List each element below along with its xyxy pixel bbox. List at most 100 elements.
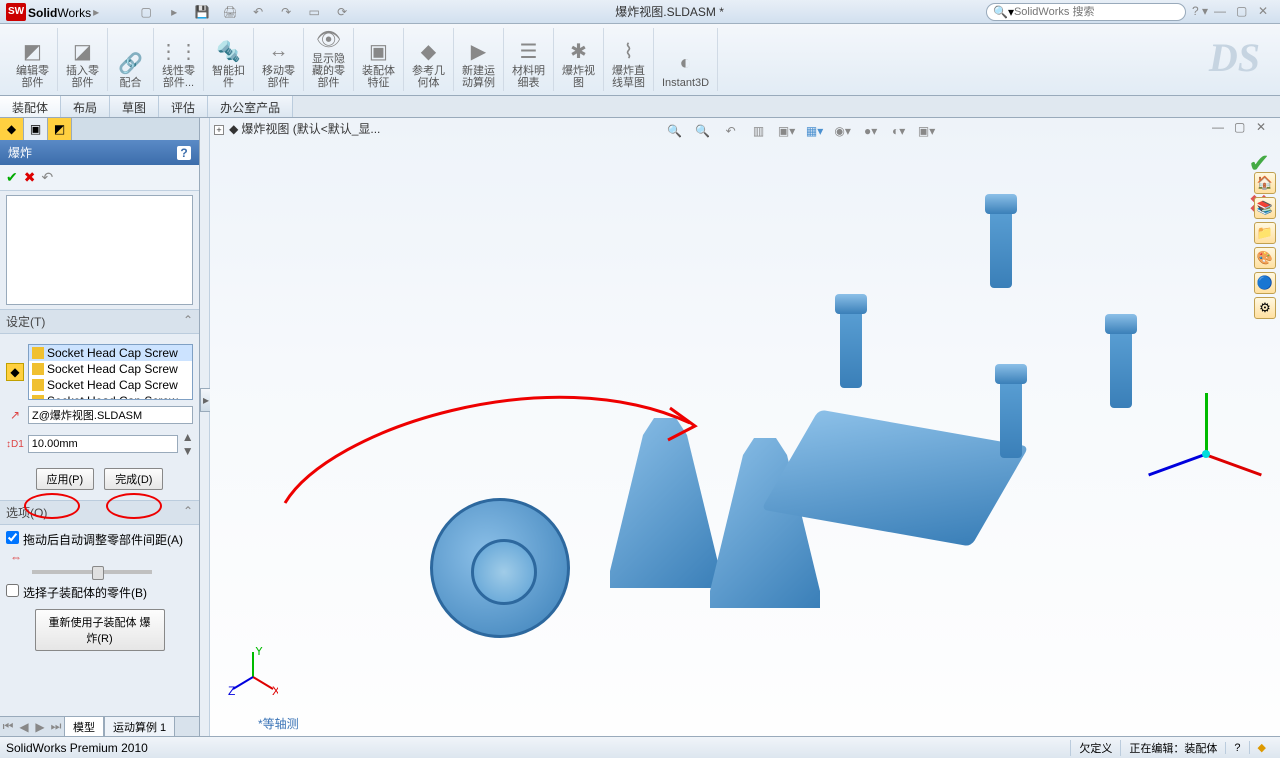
property-manager-panel: ◆ ▣ ◩ 爆炸 ? ✔ ✖ ↶ 设定(T) ⌃ ◆ Socket Head C… — [0, 118, 200, 736]
undo-step-icon[interactable]: ↶ — [41, 169, 53, 186]
taskpane-palette-icon[interactable]: 🎨 — [1254, 247, 1276, 269]
direction-input[interactable] — [28, 406, 193, 424]
collapse-settings-icon[interactable]: ⌃ — [183, 313, 193, 330]
ribbon-insert-component[interactable]: ◪插入零 部件 — [58, 28, 108, 91]
pmgr-tab-feature[interactable]: ◆ — [0, 118, 24, 140]
ribbon-instant3d[interactable]: ◐Instant3D — [654, 28, 718, 91]
appearance-icon[interactable]: ●▾ — [860, 120, 882, 142]
open-file-icon[interactable]: ▸ — [163, 2, 185, 22]
part-screw[interactable] — [840, 308, 862, 388]
panel-splitter[interactable]: ▸ — [200, 118, 210, 736]
collapse-options-icon[interactable]: ⌃ — [183, 504, 193, 521]
hide-show-icon[interactable]: ◉▾ — [832, 120, 854, 142]
view-settings-icon[interactable]: ▣▾ — [916, 120, 938, 142]
pmgr-help-icon[interactable]: ? — [177, 146, 191, 160]
ribbon-linear-pattern[interactable]: ⋮⋮线性零 部件... — [154, 28, 204, 91]
tab-evaluate[interactable]: 评估 — [159, 96, 208, 117]
tree-expand-icon[interactable]: + — [214, 125, 224, 135]
explode-steps-list[interactable] — [6, 195, 193, 305]
minimize-icon[interactable]: — — [1214, 4, 1232, 20]
search-input[interactable] — [1014, 6, 1179, 18]
display-style-icon[interactable]: ▦▾ — [804, 120, 826, 142]
part-screw[interactable] — [1000, 378, 1022, 458]
list-item[interactable]: Socket Head Cap Screw — [29, 361, 192, 377]
scene-icon[interactable]: ◐▾ — [888, 120, 910, 142]
foot-prev-icon[interactable]: ◀ — [16, 720, 32, 734]
doc-minimize-icon[interactable]: — — [1212, 120, 1230, 134]
select-sub-checkbox[interactable]: 选择子装配体的零件(B) — [6, 582, 193, 603]
taskpane-custom-icon[interactable]: ⚙ — [1254, 297, 1276, 319]
spinner-icon[interactable]: ▲▼ — [182, 430, 194, 458]
taskpane-home-icon[interactable]: 🏠 — [1254, 172, 1276, 194]
rebuild-icon[interactable]: ⟳ — [331, 2, 353, 22]
new-file-icon[interactable]: ▢ — [135, 2, 157, 22]
component-list[interactable]: Socket Head Cap Screw Socket Head Cap Sc… — [28, 344, 193, 400]
apply-button[interactable]: 应用(P) — [36, 468, 95, 490]
taskpane-library-icon[interactable]: 📚 — [1254, 197, 1276, 219]
tab-layout[interactable]: 布局 — [61, 96, 110, 117]
list-item[interactable]: Socket Head Cap Screw — [29, 345, 192, 361]
model-scene — [410, 268, 1160, 698]
foot-last-icon[interactable]: ⏭ — [48, 719, 64, 734]
pmgr-tab-config[interactable]: ◩ — [48, 118, 72, 140]
ribbon-smart-fastener[interactable]: 🔩智能扣 件 — [204, 28, 254, 91]
save-icon[interactable]: 💾 — [191, 2, 213, 22]
select-icon[interactable]: ▭ — [303, 2, 325, 22]
ribbon-ref-geometry[interactable]: ◆参考几 何体 — [404, 28, 454, 91]
foot-next-icon[interactable]: ▶ — [32, 720, 48, 734]
svg-text:Y: Y — [255, 647, 263, 658]
tree-root-label[interactable]: 爆炸视图 (默认<默认_显... — [241, 122, 380, 136]
pmgr-tab-property[interactable]: ▣ — [24, 118, 48, 140]
list-item[interactable]: Socket Head Cap Screw — [29, 393, 192, 400]
ribbon-bom[interactable]: ☰材料明 细表 — [504, 28, 554, 91]
zoom-area-icon[interactable]: 🔍 — [692, 120, 714, 142]
ok-icon[interactable]: ✔ — [6, 169, 18, 186]
reuse-subassembly-button[interactable]: 重新使用子装配体 爆炸(R) — [35, 609, 165, 651]
foot-tab-model[interactable]: 模型 — [64, 717, 104, 737]
taskpane-appearance-icon[interactable]: 🔵 — [1254, 272, 1276, 294]
graphics-area[interactable]: + ◆ 爆炸视图 (默认<默认_显... 🔍 🔍 ↶ ▥ ▣▾ ▦▾ ◉▾ ●▾… — [210, 118, 1280, 736]
ribbon-explode-view[interactable]: ✱爆炸视 图 — [554, 28, 604, 91]
ribbon-mate[interactable]: 🔗配合 — [108, 28, 154, 91]
reverse-direction-icon[interactable]: ↗ — [6, 406, 24, 424]
cancel-icon[interactable]: ✖ — [24, 169, 36, 186]
list-item[interactable]: Socket Head Cap Screw — [29, 377, 192, 393]
foot-tab-motion[interactable]: 运动算例 1 — [104, 717, 175, 737]
prev-view-icon[interactable]: ↶ — [720, 120, 742, 142]
print-icon[interactable]: 🖨 — [219, 2, 241, 22]
tab-sketch[interactable]: 草图 — [110, 96, 159, 117]
ribbon-assembly-feature[interactable]: ▣装配体 特征 — [354, 28, 404, 91]
zoom-fit-icon[interactable]: 🔍 — [664, 120, 686, 142]
task-pane-tabs: 🏠 📚 📁 🎨 🔵 ⚙ — [1254, 172, 1278, 319]
close-icon[interactable]: ✕ — [1258, 4, 1276, 20]
ribbon-new-motion[interactable]: ▶新建运 动算例 — [454, 28, 504, 91]
ribbon-show-hidden[interactable]: 👁显示隐 藏的零 部件 — [304, 28, 354, 91]
doc-restore-icon[interactable]: ▢ — [1234, 120, 1252, 134]
part-screw[interactable] — [1110, 328, 1132, 408]
spacing-slider[interactable] — [32, 570, 152, 574]
foot-first-icon[interactable]: ⏮ — [0, 719, 16, 734]
maximize-icon[interactable]: ▢ — [1236, 4, 1254, 20]
ribbon-edit-component[interactable]: ◩编辑零 部件 — [8, 28, 58, 91]
done-button[interactable]: 完成(D) — [104, 468, 163, 490]
auto-space-checkbox[interactable]: 拖动后自动调整零部件间距(A) — [6, 529, 193, 550]
ribbon-explode-sketch[interactable]: ⌇爆炸直 线草图 — [604, 28, 654, 91]
status-rebuild-icon[interactable]: ◆ — [1249, 741, 1274, 754]
doc-close-icon[interactable]: ✕ — [1256, 120, 1274, 134]
status-help-icon[interactable]: ? — [1225, 742, 1248, 754]
taskpane-explorer-icon[interactable]: 📁 — [1254, 222, 1276, 244]
tab-assembly[interactable]: 装配体 — [0, 96, 61, 117]
redo-icon[interactable]: ↷ — [275, 2, 297, 22]
distance-input[interactable] — [28, 435, 178, 453]
tab-office[interactable]: 办公室产品 — [208, 96, 293, 117]
section-view-icon[interactable]: ▥ — [748, 120, 770, 142]
help-icon[interactable]: ? ▾ — [1192, 4, 1210, 20]
part-screw[interactable] — [990, 208, 1012, 288]
part-bracket-1[interactable] — [610, 418, 720, 588]
undo-icon[interactable]: ↶ — [247, 2, 269, 22]
view-orient-icon[interactable]: ▣▾ — [776, 120, 798, 142]
search-box[interactable]: 🔍▾ — [986, 3, 1186, 21]
ribbon-move-component[interactable]: ↔移动零 部件 — [254, 28, 304, 91]
menu-dropdown-icon[interactable]: ▸ — [93, 5, 99, 19]
part-wheel[interactable] — [430, 498, 570, 638]
